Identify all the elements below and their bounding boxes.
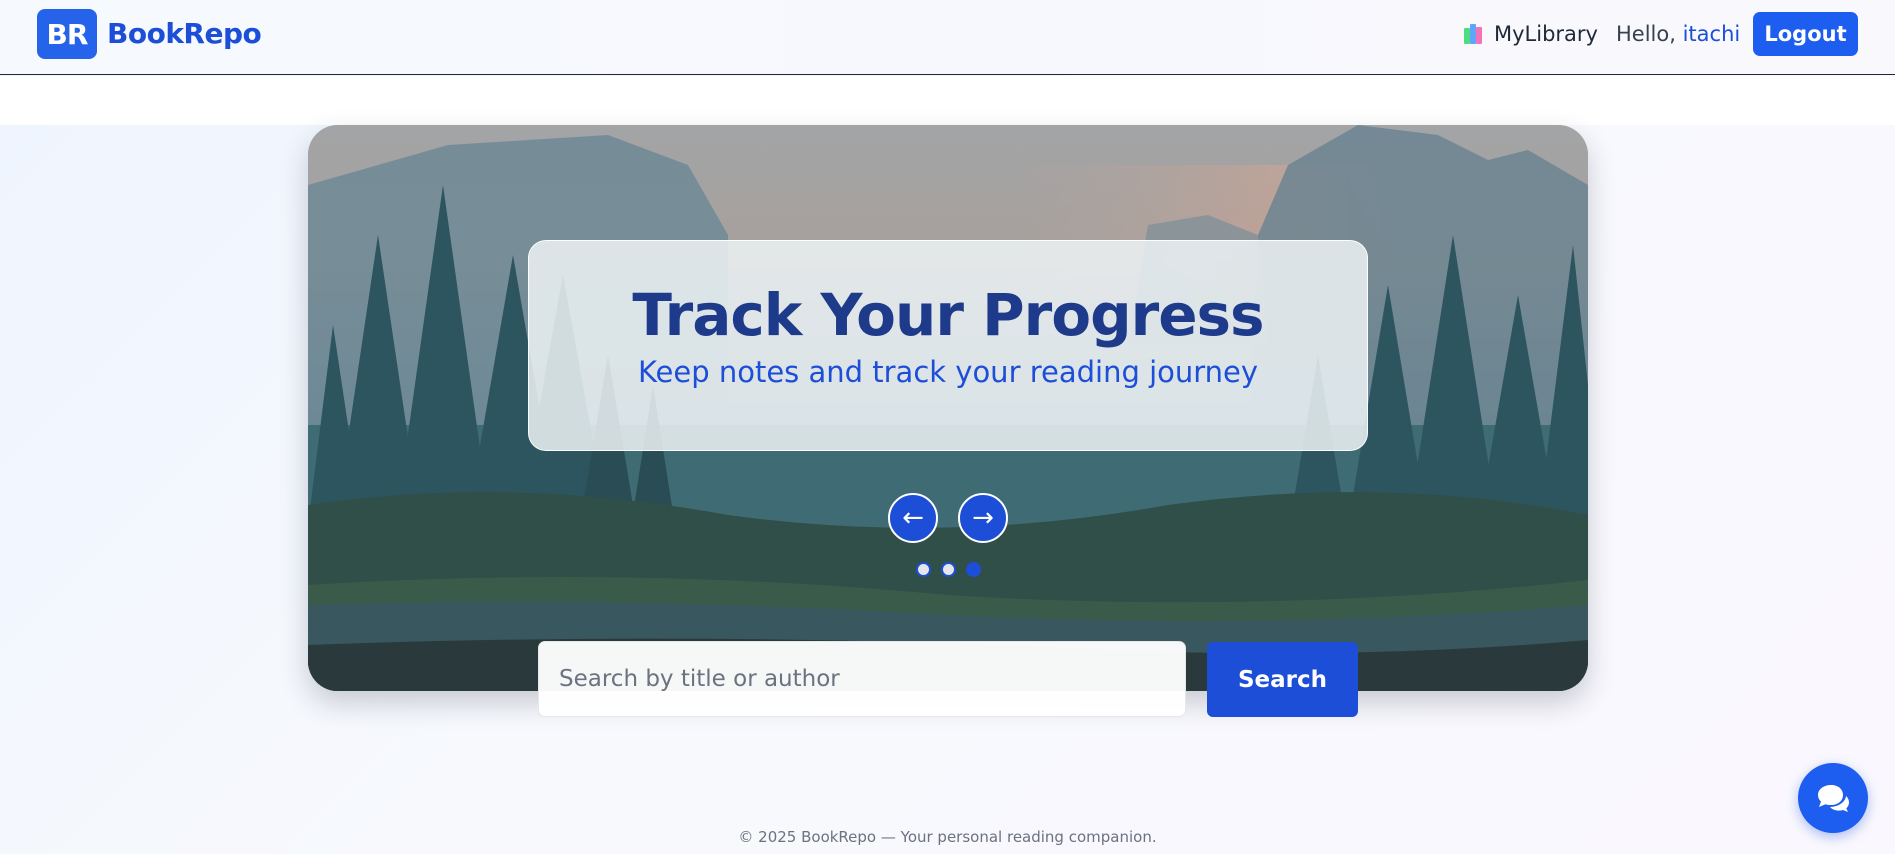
chat-icon	[1818, 785, 1849, 812]
carousel-dot-1[interactable]	[916, 562, 931, 577]
nav-my-library-label: MyLibrary	[1494, 22, 1598, 46]
slide-title: Track Your Progress	[632, 281, 1264, 349]
carousel-next-button[interactable]: →	[958, 493, 1008, 543]
slide-caption-card: Track Your Progress Keep notes and track…	[528, 240, 1368, 451]
carousel-dot-2[interactable]	[941, 562, 956, 577]
username: itachi	[1682, 22, 1741, 46]
hero-carousel: Track Your Progress Keep notes and track…	[308, 125, 1588, 691]
user-greeting: Hello, itachi	[1616, 22, 1740, 46]
search-button[interactable]: Search	[1207, 642, 1358, 717]
logo-badge[interactable]: BR	[37, 9, 97, 59]
brand-name[interactable]: BookRepo	[107, 17, 262, 50]
carousel-prev-button[interactable]: ←	[888, 493, 938, 543]
search-input[interactable]	[538, 641, 1186, 717]
chat-button[interactable]	[1798, 763, 1868, 833]
header-spacer	[0, 76, 1895, 125]
greeting-prefix: Hello,	[1616, 22, 1676, 46]
logout-button[interactable]: Logout	[1753, 12, 1858, 56]
footer-text: © 2025 BookRepo — Your personal reading …	[738, 828, 1157, 846]
slide-subtitle: Keep notes and track your reading journe…	[637, 355, 1259, 389]
books-icon	[1464, 24, 1486, 44]
arrow-left-icon: ←	[902, 503, 924, 533]
nav-my-library[interactable]: MyLibrary	[1464, 22, 1598, 46]
arrow-right-icon: →	[972, 503, 994, 533]
carousel-dot-3[interactable]	[966, 562, 981, 577]
top-navbar: BR BookRepo MyLibrary Hello, itachi Logo…	[0, 0, 1895, 75]
